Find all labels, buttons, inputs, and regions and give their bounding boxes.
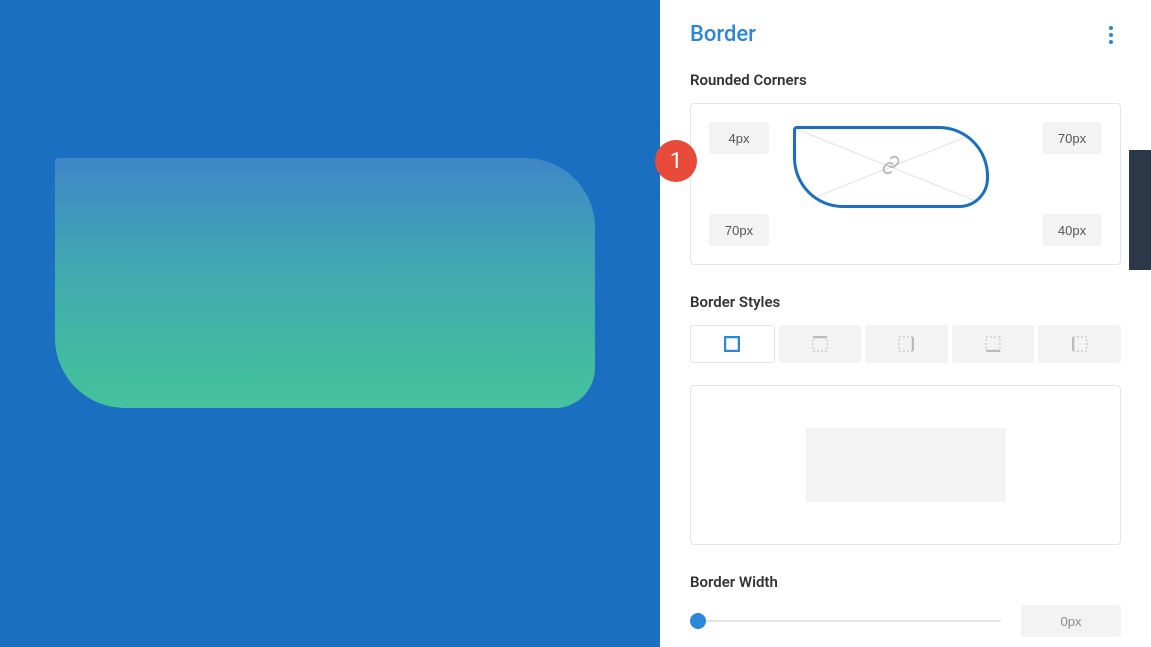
border-style-bottom[interactable] — [952, 325, 1035, 363]
corner-bottom-right-input[interactable] — [1042, 214, 1102, 246]
rounded-corners-control — [690, 103, 1121, 265]
annotation-badge-1: 1 — [655, 140, 697, 182]
corner-top-left-input[interactable] — [709, 122, 769, 154]
border-width-label: Border Width — [690, 573, 1121, 591]
right-gutter — [1129, 0, 1151, 647]
slider-thumb[interactable] — [690, 613, 706, 629]
preview-shape — [55, 158, 595, 408]
link-corners-icon[interactable] — [881, 155, 901, 179]
design-canvas[interactable] — [0, 0, 660, 647]
border-style-left[interactable] — [1038, 325, 1121, 363]
border-styles-label: Border Styles — [690, 293, 1121, 311]
corner-preview-shape[interactable] — [793, 126, 989, 208]
border-style-right[interactable] — [865, 325, 948, 363]
border-settings-panel: Border Rounded Corners Border Styles — [660, 0, 1151, 647]
border-width-input[interactable] — [1021, 605, 1121, 637]
border-style-all[interactable] — [690, 325, 775, 363]
border-style-top[interactable] — [779, 325, 862, 363]
right-side-tab[interactable] — [1129, 150, 1151, 270]
panel-menu-icon[interactable] — [1101, 25, 1121, 45]
border-styles-row — [690, 325, 1121, 363]
panel-title: Border — [690, 22, 756, 47]
corner-bottom-left-input[interactable] — [709, 214, 769, 246]
border-style-preview-inner — [806, 428, 1006, 502]
corner-top-right-input[interactable] — [1042, 122, 1102, 154]
border-style-preview — [690, 385, 1121, 545]
rounded-corners-label: Rounded Corners — [690, 71, 1121, 89]
border-width-slider[interactable] — [690, 611, 1001, 631]
